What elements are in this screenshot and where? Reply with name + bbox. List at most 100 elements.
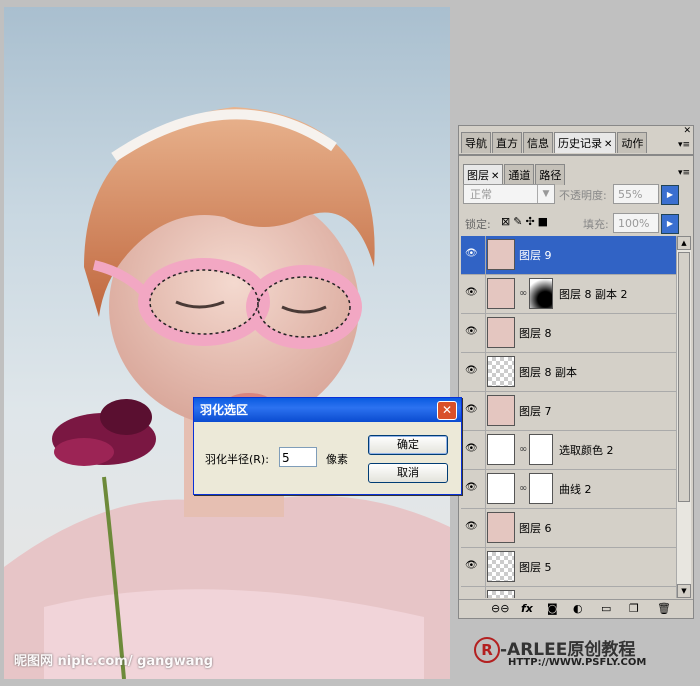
layers-list: 👁 图层 9 👁 ∞ 图层 8 副本 2 👁 图层 8 👁 图层 8 副本 👁 …: [461, 236, 677, 598]
layer-mask-thumbnail[interactable]: [529, 473, 553, 504]
layer-name: 图层 6: [519, 522, 552, 535]
watermark-text: 昵图网 nipic.com/ gangwang: [14, 654, 214, 669]
layer-row[interactable]: 👁 ∞ 选取颜色 2: [461, 431, 677, 470]
layer-row[interactable]: 👁 ∞ 曲线 2: [461, 470, 677, 509]
link-icon: ∞: [519, 288, 528, 299]
eye-icon[interactable]: 👁: [465, 326, 479, 338]
new-group-icon[interactable]: ▭: [601, 602, 611, 615]
brand-logo: R -ARLEE原创教程 HTTP://WWW.PSFLY.COM: [474, 635, 700, 683]
layer-row[interactable]: 👁 图层 7: [461, 392, 677, 431]
lock-options[interactable]: ⊠✎✣■: [501, 215, 551, 228]
chevron-down-icon: ▼: [537, 185, 554, 203]
close-icon[interactable]: ✕: [437, 401, 457, 420]
layer-mask-thumbnail[interactable]: [529, 434, 553, 465]
unit-label: 像素: [326, 453, 348, 466]
selective-color-adjustment-icon: [487, 434, 515, 465]
lock-row: 锁定: ⊠✎✣■ 填充: 100% ▶: [463, 212, 689, 234]
layer-style-icon[interactable]: fx: [521, 602, 533, 615]
fill-label: 填充:: [583, 218, 609, 231]
layer-row[interactable]: 👁 图层 8: [461, 314, 677, 353]
eye-icon[interactable]: 👁: [465, 443, 479, 455]
tab-channels[interactable]: 通道: [504, 164, 535, 185]
layers-scrollbar[interactable]: ▲ ▼: [676, 236, 691, 598]
lock-transparency-icon[interactable]: ⊠: [501, 215, 513, 228]
eye-icon[interactable]: 👁: [465, 404, 479, 416]
opacity-field[interactable]: 55%: [613, 184, 659, 204]
layer-thumbnail: [487, 239, 515, 270]
layer-name: 图层 8 副本: [519, 366, 577, 379]
eye-icon[interactable]: 👁: [465, 287, 479, 299]
layer-name: 图层 8 副本 2: [559, 288, 628, 301]
layer-name: 图层 7: [519, 405, 552, 418]
layer-row[interactable]: 👁 图层 9: [461, 236, 677, 275]
layer-name: 图层 5: [519, 561, 552, 574]
layer-thumbnail: [487, 395, 515, 426]
link-layers-icon[interactable]: ⊖⊖: [491, 602, 509, 615]
tab-histogram[interactable]: 直方: [492, 132, 522, 153]
brand-url: HTTP://WWW.PSFLY.COM: [508, 657, 647, 668]
lock-all-icon[interactable]: ■: [538, 215, 551, 228]
eye-icon[interactable]: 👁: [465, 521, 479, 533]
layer-row[interactable]: 👁 ∞ 图层 8 副本 2: [461, 275, 677, 314]
adjustment-layer-icon[interactable]: ◐: [573, 602, 583, 615]
layer-row[interactable]: 👁 图层 8 副本: [461, 353, 677, 392]
lock-move-icon[interactable]: ✣: [525, 215, 537, 228]
tab-info[interactable]: 信息: [523, 132, 553, 153]
feather-radius-input[interactable]: 5: [279, 447, 317, 467]
feather-radius-label: 羽化半径(R):: [205, 453, 269, 466]
blend-row: 正常 ▼ 不透明度: 55% ▶: [463, 184, 689, 206]
scroll-up-icon[interactable]: ▲: [677, 236, 691, 250]
layer-name: 图层 8: [519, 327, 552, 340]
close-icon[interactable]: ✕: [604, 139, 612, 150]
panel-menu-icon[interactable]: ▾≡: [678, 168, 690, 178]
layers-bottom-toolbar: ⊖⊖ fx ◙ ◐ ▭ ❐ 🗑: [459, 599, 693, 618]
eye-icon[interactable]: 👁: [465, 365, 479, 377]
tab-actions[interactable]: 动作: [617, 132, 648, 153]
tab-history[interactable]: 历史记录 ✕: [554, 132, 617, 153]
scrollbar-thumb[interactable]: [678, 252, 690, 502]
opacity-label: 不透明度:: [559, 189, 607, 202]
layer-thumbnail: [487, 590, 515, 598]
registered-icon: R: [474, 637, 500, 663]
layer-name: 选取颜色 2: [559, 444, 614, 457]
layer-thumbnail: [487, 551, 515, 582]
layer-row[interactable]: 👁 图层 5: [461, 548, 677, 587]
dialog-title: 羽化选区: [194, 398, 461, 422]
layer-thumbnail: [487, 278, 515, 309]
eye-icon[interactable]: 👁: [465, 560, 479, 572]
scroll-down-icon[interactable]: ▼: [677, 584, 691, 598]
tab-navigator[interactable]: 导航: [461, 132, 491, 153]
eye-icon[interactable]: 👁: [465, 482, 479, 494]
link-icon: ∞: [519, 444, 528, 455]
panel-menu-icon[interactable]: ▾≡: [678, 140, 690, 150]
curves-adjustment-icon: [487, 473, 515, 504]
trash-icon[interactable]: 🗑: [657, 602, 671, 615]
document-canvas[interactable]: 昵图网 nipic.com/ gangwang: [4, 7, 450, 679]
history-panel: 导航 直方 信息 历史记录 ✕ 动作 ✕ ▾≡: [458, 125, 694, 155]
ok-button[interactable]: 确定: [368, 435, 448, 455]
layer-thumbnail: [487, 317, 515, 348]
panel-close-icon[interactable]: ✕: [683, 126, 691, 136]
tab-layers[interactable]: 图层 ✕: [463, 164, 504, 185]
layer-thumbnail: [487, 512, 515, 543]
photo: [4, 107, 450, 679]
fill-slider-button[interactable]: ▶: [661, 214, 679, 234]
eye-icon[interactable]: 👁: [465, 248, 479, 260]
new-layer-icon[interactable]: ❐: [629, 602, 639, 615]
fill-field[interactable]: 100%: [613, 213, 659, 233]
layer-row[interactable]: 👁 图层 6: [461, 509, 677, 548]
opacity-slider-button[interactable]: ▶: [661, 185, 679, 205]
layer-row[interactable]: 👁 图层: [461, 587, 677, 598]
layers-panel-tabs: 图层 ✕ 通道 路径: [463, 164, 566, 185]
link-icon: ∞: [519, 483, 528, 494]
layer-mask-thumbnail[interactable]: [529, 278, 553, 309]
lock-label: 锁定:: [465, 218, 491, 231]
close-icon[interactable]: ✕: [491, 171, 499, 182]
add-mask-icon[interactable]: ◙: [547, 602, 558, 615]
layer-thumbnail: [487, 356, 515, 387]
cancel-button[interactable]: 取消: [368, 463, 448, 483]
blend-mode-select[interactable]: 正常 ▼: [463, 184, 555, 204]
feather-selection-dialog: 羽化选区 ✕ 羽化半径(R): 5 像素 确定 取消: [193, 397, 462, 495]
lock-paint-icon[interactable]: ✎: [513, 215, 525, 228]
tab-paths[interactable]: 路径: [535, 164, 566, 185]
